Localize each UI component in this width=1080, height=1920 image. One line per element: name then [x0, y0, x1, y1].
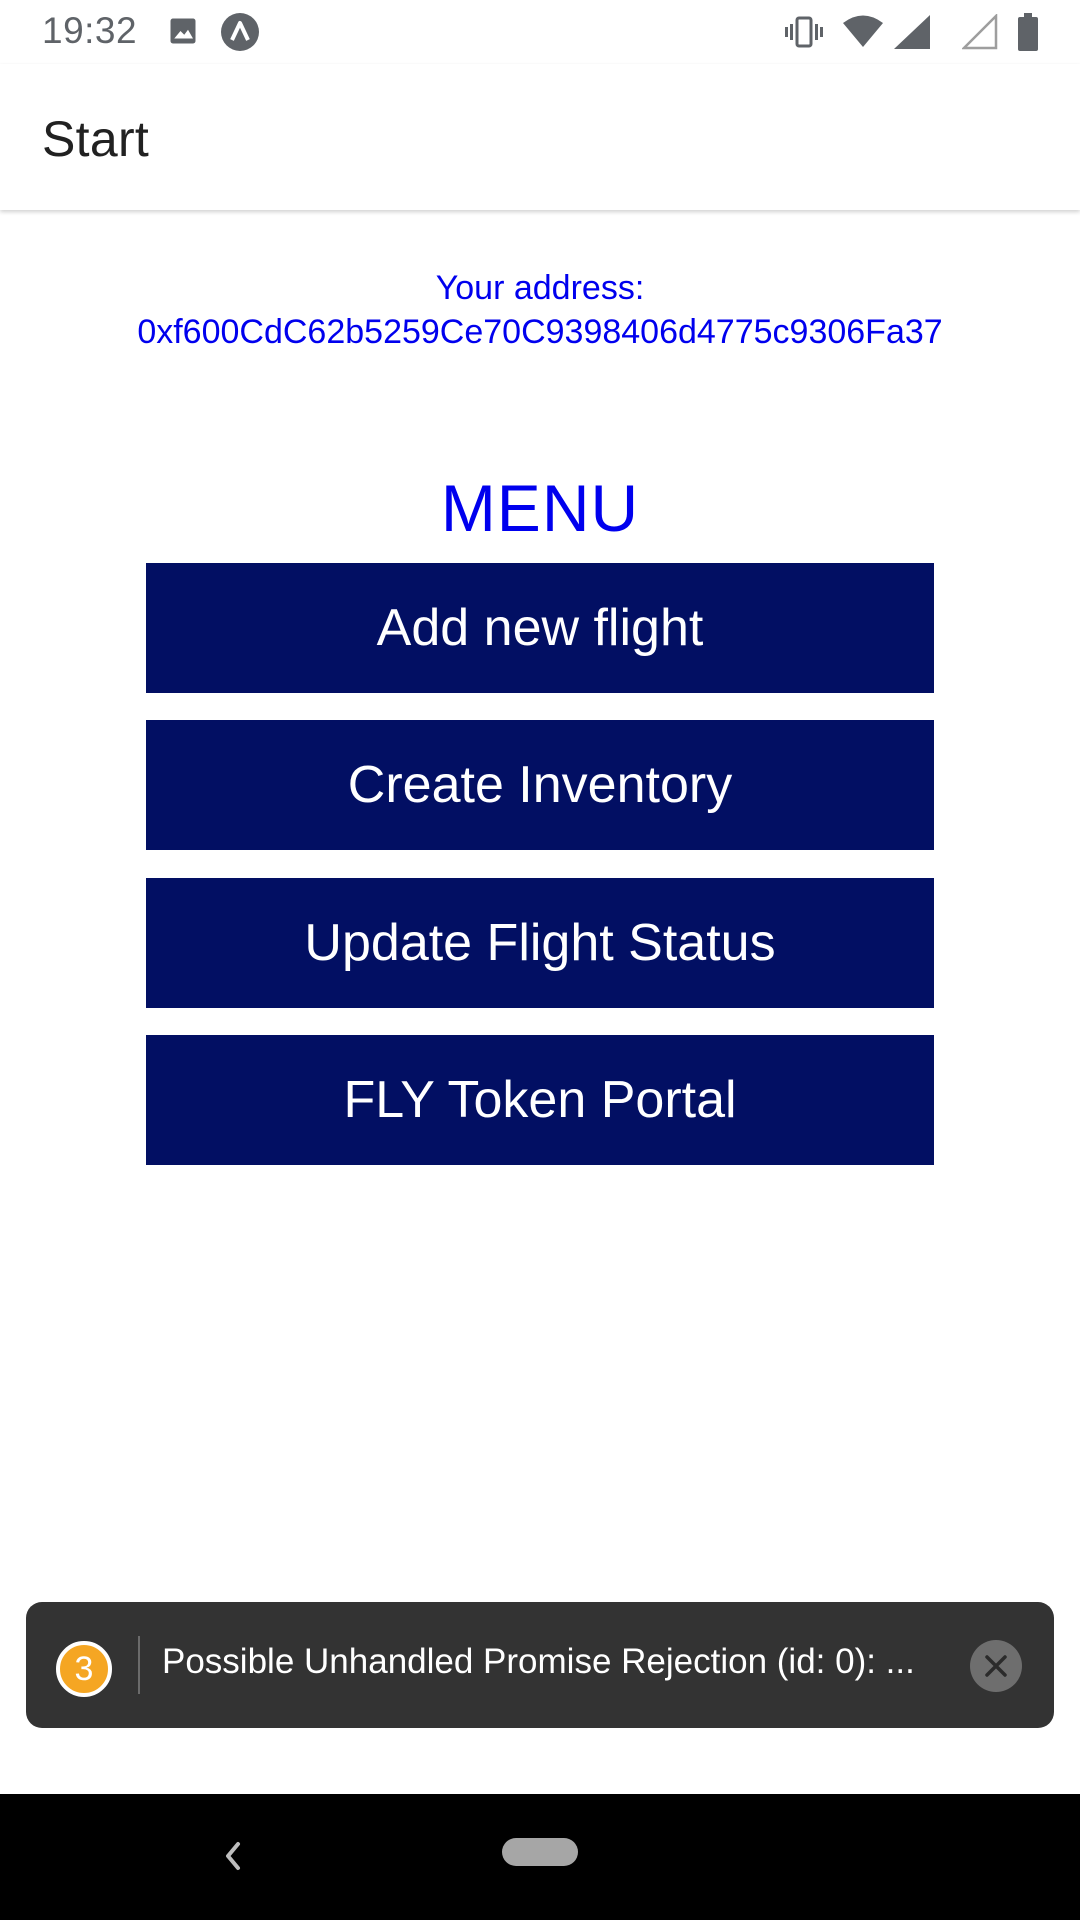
battery-icon: [1018, 13, 1038, 51]
warning-toast[interactable]: 3 Possible Unhandled Promise Rejection (…: [26, 1602, 1054, 1728]
toast-dismiss-button[interactable]: [970, 1640, 1022, 1692]
vibrate-icon: [785, 16, 823, 48]
toast-divider: [138, 1636, 140, 1694]
address-value: 0xf600CdC62b5259Ce70C9398406d4775c9306Fa…: [137, 313, 943, 351]
image-icon: [170, 18, 196, 44]
warning-count-badge: 3: [56, 1641, 112, 1697]
navigation-bar: [0, 1794, 1080, 1920]
home-pill-button[interactable]: [502, 1838, 578, 1866]
create-inventory-button[interactable]: Create Inventory: [146, 720, 934, 850]
menu-title: MENU: [440, 471, 640, 545]
signal-icon: [894, 15, 930, 49]
status-bar: 19:32: [0, 0, 1080, 64]
toast-message: Possible Unhandled Promise Rejection (id…: [162, 1642, 915, 1681]
app-notification-icon: [221, 13, 259, 51]
page-title: Start: [42, 111, 150, 167]
close-icon: [985, 1655, 1007, 1677]
fly-token-portal-button[interactable]: FLY Token Portal: [146, 1035, 934, 1165]
address-block: Your address: 0xf600CdC62b5259Ce70C93984…: [0, 266, 1080, 354]
add-new-flight-button[interactable]: Add new flight: [146, 563, 934, 693]
signal-empty-icon: [962, 14, 998, 50]
wifi-icon: [843, 15, 883, 47]
app-bar: Start: [0, 64, 1080, 210]
status-time: 19:32: [42, 10, 138, 51]
address-label: Your address:: [435, 269, 645, 307]
back-icon[interactable]: [218, 1838, 248, 1874]
update-flight-status-button[interactable]: Update Flight Status: [146, 878, 934, 1008]
screen: 19:32 Start Your address: 0xf600CdC62b52…: [0, 0, 1080, 1920]
